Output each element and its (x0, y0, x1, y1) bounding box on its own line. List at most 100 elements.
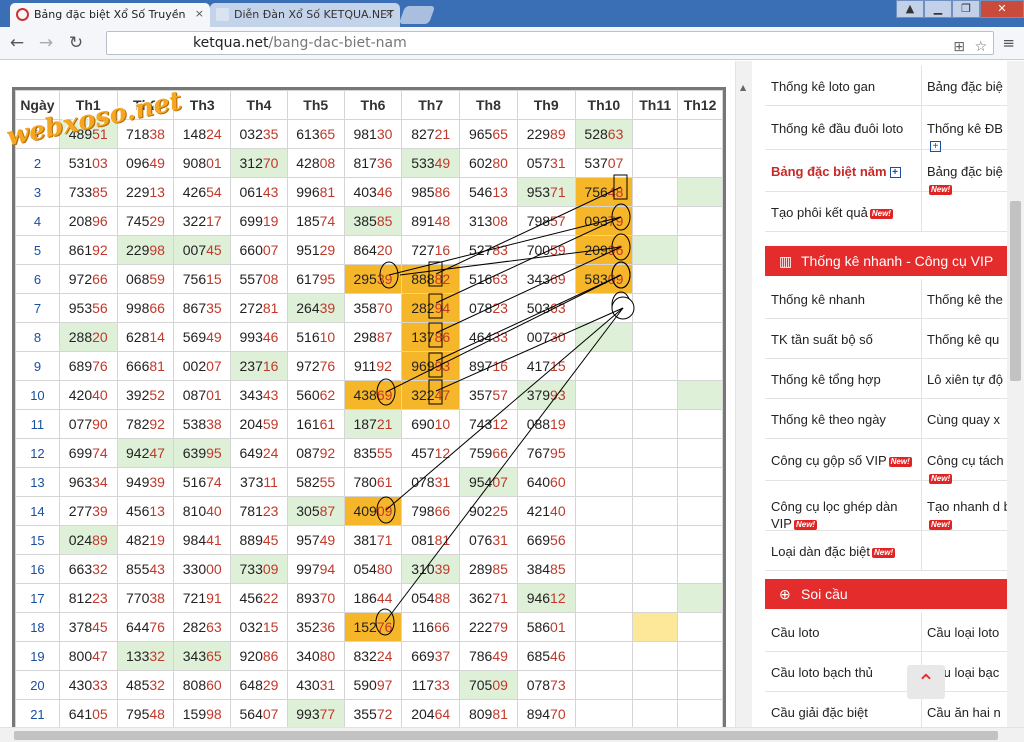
prize-cell (632, 641, 679, 671)
prize-cell: 32217 (173, 206, 232, 236)
prize-cell: 37993 (516, 380, 576, 410)
prize-cell (677, 235, 723, 265)
tab-close-icon[interactable]: × (195, 7, 204, 20)
translate-icon[interactable]: ⊞ (953, 36, 965, 58)
scroll-up-arrow-icon[interactable]: ▲ (740, 83, 746, 92)
prize-cell: 22998 (116, 235, 175, 265)
table-row: 18 37845 64476 28263 03215 35236 15276 11666 222… (15, 612, 723, 642)
prize-cell: 45712 (401, 438, 461, 468)
prize-cell (677, 206, 723, 236)
prize-cell (632, 380, 679, 410)
window-close-icon[interactable]: ✕ (980, 0, 1024, 18)
tab-close-icon[interactable]: × (385, 7, 394, 20)
user-icon[interactable]: ▲ (896, 0, 924, 18)
new-tab-button[interactable] (398, 6, 436, 24)
prize-cell: 53103 (58, 148, 118, 178)
address-bar[interactable]: ketqua.net/bang-dac-biet-nam ⊞ ☆ (106, 31, 994, 55)
sidebar-link[interactable]: Tạo nhanh d biệt New! (927, 498, 1007, 532)
sidebar-link[interactable]: Thống kê tổng hợp (771, 371, 919, 388)
prize-cell (574, 438, 634, 468)
prize-cell: 95356 (58, 293, 118, 323)
prize-cell: 22989 (516, 119, 576, 149)
sidebar-link[interactable]: Thống kê loto gan (771, 78, 919, 95)
prize-cell: 09379 (574, 206, 634, 236)
sidebar-link[interactable]: Cầu loại loto (927, 624, 1007, 641)
horizontal-scroll-thumb[interactable] (14, 731, 998, 740)
tab-title: Bảng đặc biệt Xổ Số Truyền (34, 8, 186, 21)
page-scrollbar[interactable] (1007, 61, 1024, 729)
sidebar-link[interactable]: TK tần suất bộ số (771, 331, 919, 348)
prize-cell (574, 322, 634, 352)
table-scrollbar[interactable]: ▲ (735, 61, 752, 729)
sidebar-link[interactable]: Cầu loto bạch thủ (771, 664, 919, 681)
prize-cell (574, 409, 634, 439)
restore-icon[interactable]: ❐ (952, 0, 980, 18)
prize-cell: 08181 (401, 525, 461, 555)
prize-cell: 37311 (230, 467, 288, 497)
prize-cell: 22279 (459, 612, 518, 642)
search-plus-icon: ⊕ (779, 586, 791, 602)
prize-cell: 77038 (116, 583, 175, 613)
sidebar-link-label: Công cụ tách (927, 453, 1004, 468)
bookmark-star-icon[interactable]: ☆ (974, 36, 987, 58)
sidebar-row: Cầu loto bạch thủ Cầu loại bạc (765, 652, 1007, 692)
column-header-th7: Th7 (401, 90, 461, 120)
new-badge: New! (929, 519, 953, 530)
prize-cell: 07790 (58, 409, 118, 439)
sidebar-link[interactable]: Cầu ăn hai n (927, 704, 1007, 721)
sidebar-link[interactable]: Công cụ lọc ghép dàn VIP New! (771, 498, 919, 532)
prize-cell: 38485 (516, 554, 576, 584)
prize-cell: 75648 (574, 177, 634, 207)
prize-cell: 94612 (516, 583, 576, 613)
prize-cell: 62814 (116, 322, 175, 352)
prize-cell: 51663 (459, 264, 518, 294)
minimize-icon[interactable]: ▁ (924, 0, 952, 18)
sidebar-link[interactable]: Thống kê theo ngày (771, 411, 919, 428)
prize-cell (574, 525, 634, 555)
prize-cell (677, 583, 723, 613)
prize-cell (677, 264, 723, 294)
prize-cell: 99346 (230, 322, 288, 352)
sidebar-link[interactable]: Thống kê qu (927, 331, 1007, 348)
sidebar-row: Thống kê theo ngày Cùng quay x (765, 399, 1007, 439)
prize-cell: 61365 (286, 119, 345, 149)
back-arrow-icon[interactable]: ← (7, 33, 27, 53)
day-cell: 10 (15, 380, 60, 410)
sidebar-link-label: Cầu ăn hai n (927, 705, 1001, 720)
sidebar-link[interactable]: Thống kê the (927, 291, 1007, 308)
sidebar-link[interactable]: Bảng đặc biệ (927, 78, 1007, 95)
sidebar-link[interactable]: Cầu loto (771, 624, 919, 641)
expand-plus-icon[interactable]: + (889, 167, 901, 179)
forward-arrow-icon[interactable]: → (36, 33, 56, 53)
sidebar-link[interactable]: Thống kê ĐB + (927, 120, 1007, 154)
sidebar-link[interactable]: Bảng đặc biệt năm + (771, 163, 919, 180)
reload-icon[interactable]: ↻ (66, 33, 86, 53)
prize-cell: 35870 (343, 293, 403, 323)
prize-cell: 03215 (230, 612, 288, 642)
prize-cell: 86735 (173, 293, 232, 323)
page-favicon-icon (216, 8, 229, 21)
sidebar-link[interactable]: Cầu giải đặc biệt (771, 704, 919, 721)
prize-cell: 29539 (343, 264, 403, 294)
table-row: 11 07790 78292 53838 20459 16161 18721 69010 743… (15, 409, 723, 439)
prize-cell: 97276 (286, 351, 345, 381)
sidebar-link[interactable]: Cùng quay x (927, 411, 1007, 428)
sidebar-link[interactable]: Thống kê đầu đuôi loto (771, 120, 919, 137)
tab-inactive[interactable]: Diễn Đàn Xổ Số KETQUA.NET × (210, 3, 400, 27)
sidebar-link[interactable]: Thống kê nhanh (771, 291, 919, 308)
prize-cell (677, 438, 723, 468)
tab-active[interactable]: Bảng đặc biệt Xổ Số Truyền × (10, 3, 210, 27)
day-cell: 7 (15, 293, 60, 323)
page-scroll-thumb[interactable] (1010, 201, 1021, 381)
sidebar-row: Loại dàn đặc biệt New! (765, 531, 1007, 571)
day-cell: 18 (15, 612, 60, 642)
chrome-menu-icon[interactable]: ≡ (1002, 34, 1015, 52)
prize-cell: 36271 (459, 583, 518, 613)
sidebar-link[interactable]: Công cụ gộp số VIP New! (771, 452, 919, 469)
horizontal-scrollbar[interactable] (0, 727, 1024, 742)
scroll-to-top-button[interactable]: ⌃ (907, 665, 945, 699)
sidebar-link[interactable]: Lô xiên tự độ (927, 371, 1007, 388)
sidebar-link[interactable]: Tạo phôi kết quả New! (771, 204, 919, 221)
sidebar-link[interactable]: Loại dàn đặc biệt New! (771, 543, 919, 560)
prize-cell: 00207 (173, 351, 232, 381)
